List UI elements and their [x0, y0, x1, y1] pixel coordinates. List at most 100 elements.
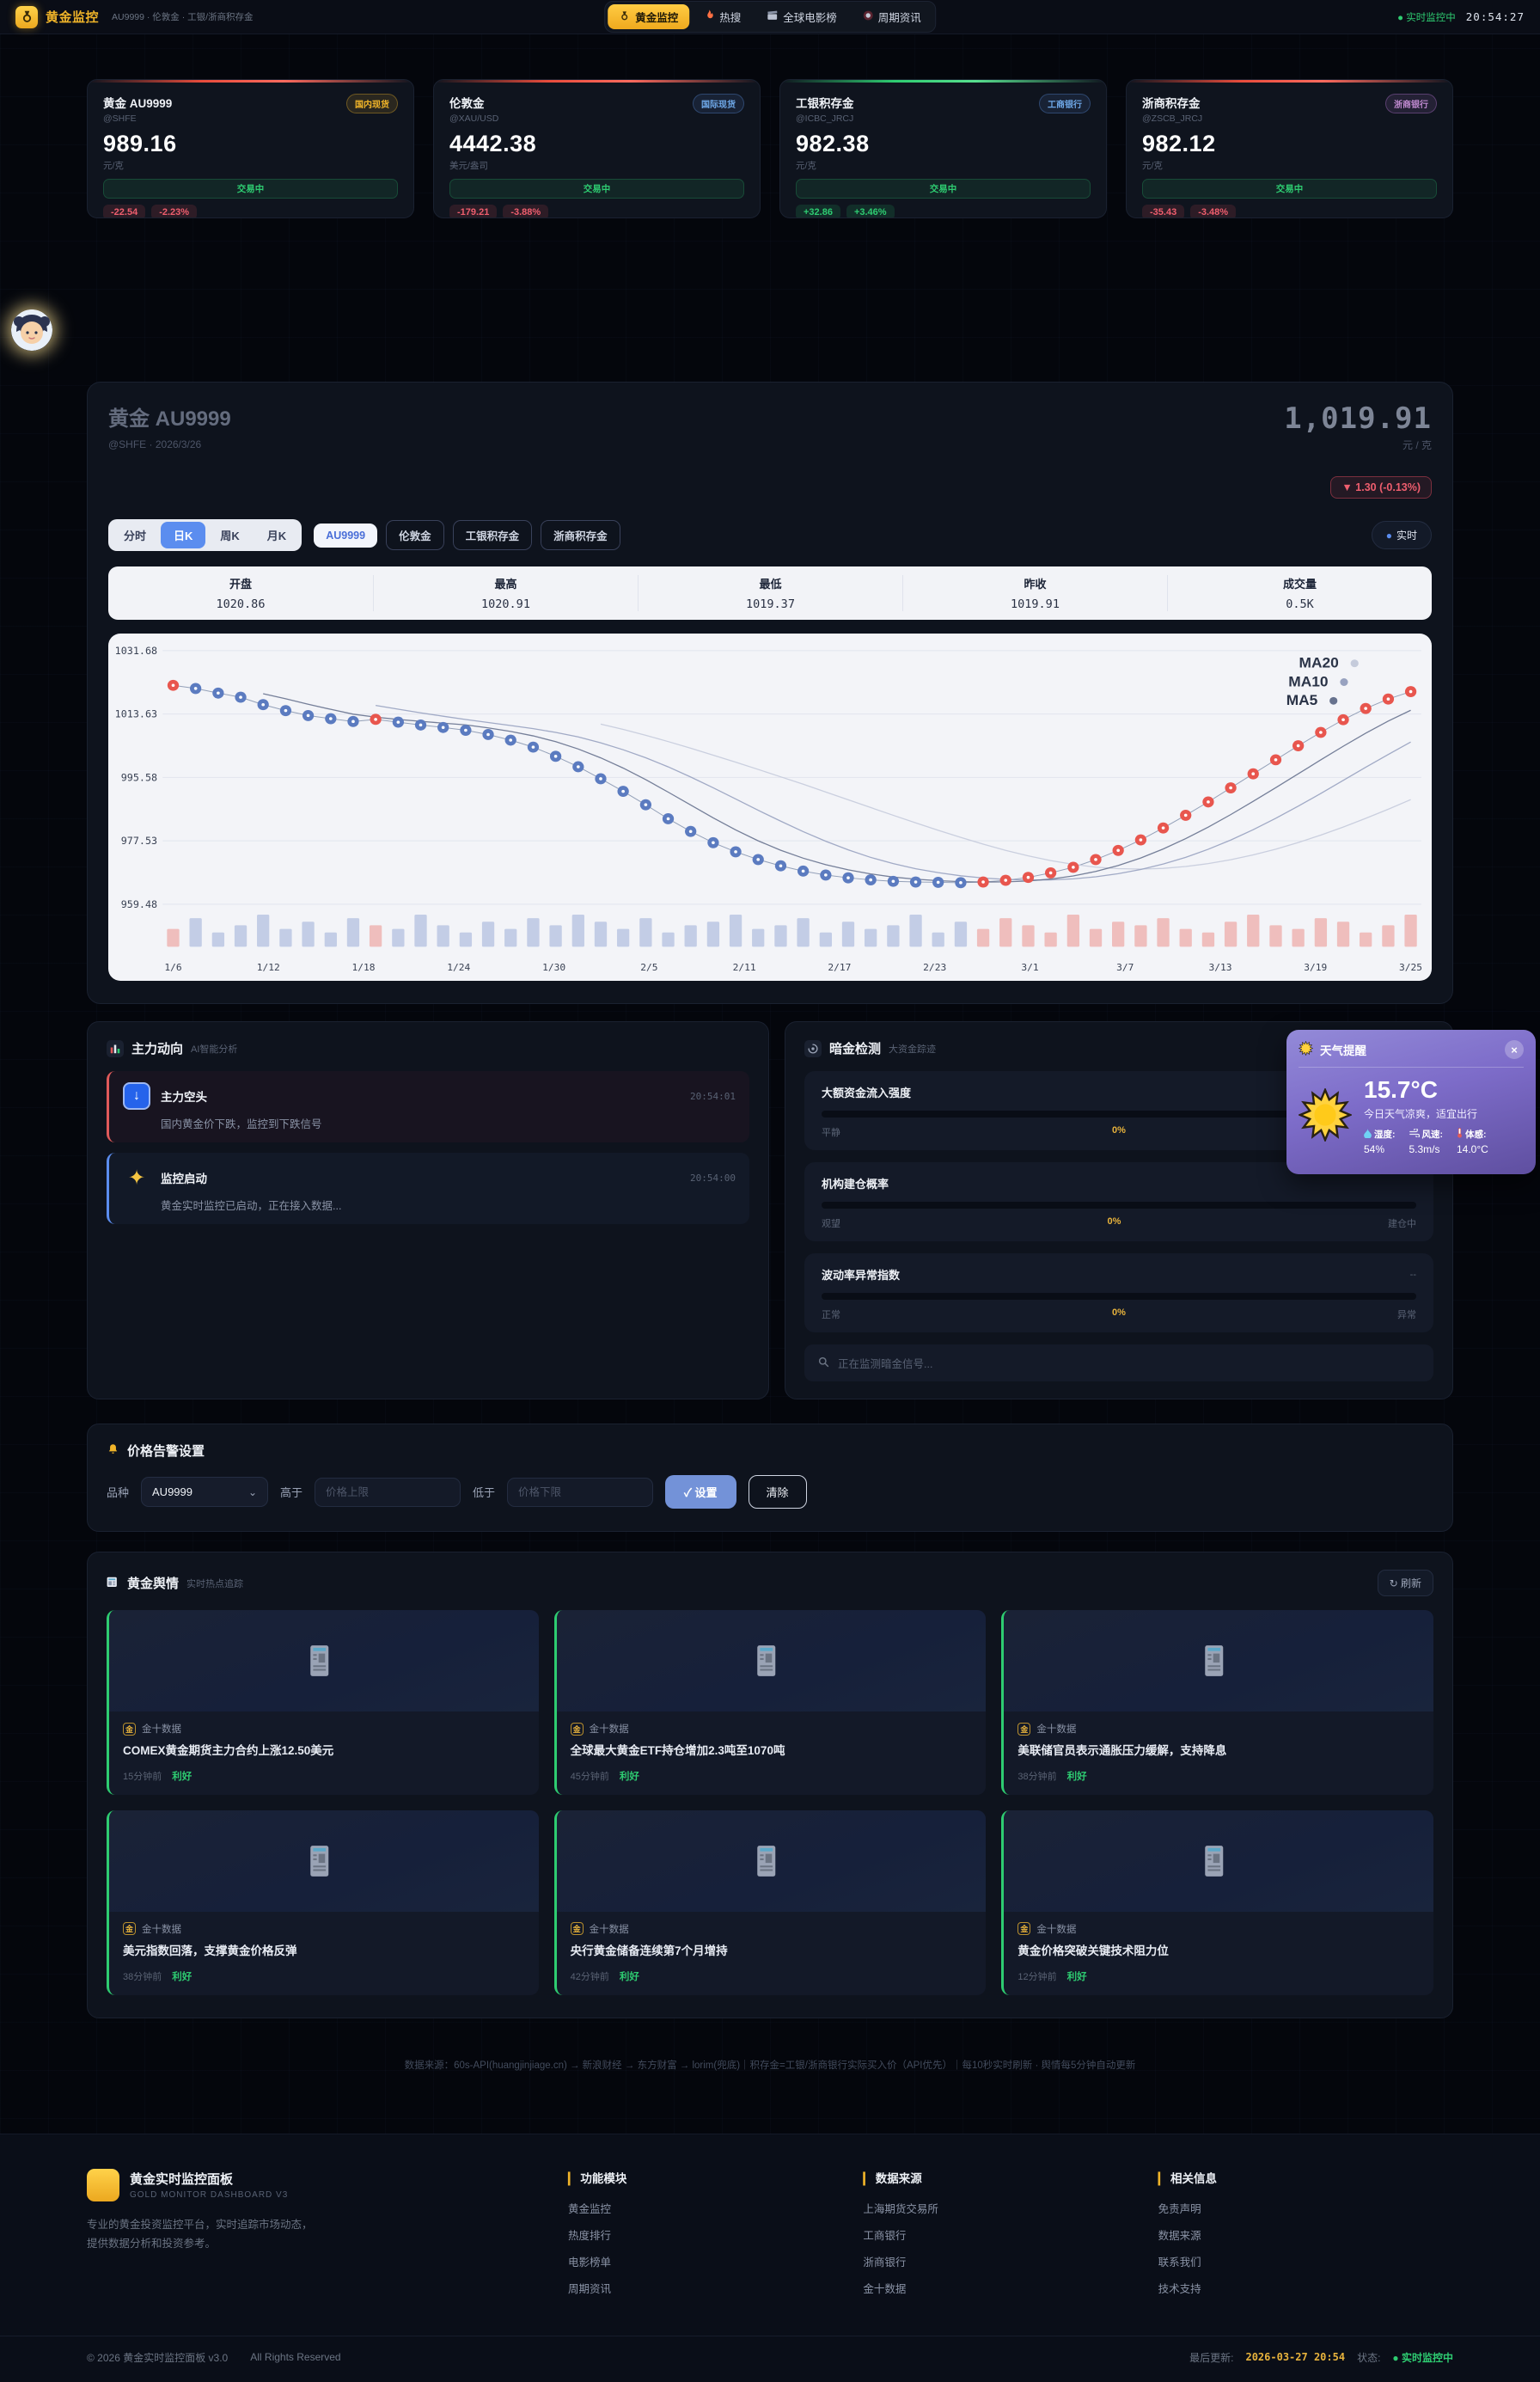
- live-chip[interactable]: ●实时: [1372, 521, 1432, 549]
- card-change-row: -22.54 -2.23%: [103, 205, 398, 218]
- scan-hint: 正在监测暗金信号...: [838, 1355, 932, 1371]
- app-title: 黄金监控: [46, 8, 99, 26]
- panel-title: 暗金检测: [829, 1039, 881, 1057]
- ohlc-label: 成交量: [1168, 575, 1432, 591]
- chart-tabs-row: 分时 日K 周K 月K AU9999 伦敦金 工银积存金 浙商积存金 ●实时: [108, 519, 1432, 551]
- assistant-avatar[interactable]: [11, 309, 52, 351]
- upper-limit-input[interactable]: [315, 1478, 461, 1507]
- swirl-icon: [804, 1040, 822, 1057]
- price-card-zscb-gold: 浙商积存金 @ZSCB_JRCJ 浙商银行 982.12 元/克 交易中 -35…: [1126, 79, 1453, 218]
- svg-text:3/19: 3/19: [1304, 962, 1327, 973]
- period-tab-group: 分时 日K 周K 月K: [108, 519, 302, 551]
- footer-link[interactable]: 免责声明: [1158, 2200, 1453, 2216]
- news-headline: 全球最大黄金ETF持仓增加2.3吨至1070吨: [571, 1743, 973, 1760]
- metric-value: 0%: [1112, 1307, 1126, 1321]
- trading-status-pill: 交易中: [103, 179, 398, 199]
- svg-text:2/23: 2/23: [923, 962, 946, 973]
- news-headline: 黄金价格突破关键技术阻力位: [1018, 1944, 1420, 1960]
- tab-minute[interactable]: 分时: [111, 522, 159, 548]
- news-card[interactable]: 金金十数据 全球最大黄金ETF持仓增加2.3吨至1070吨 45分钟前利好: [554, 1610, 987, 1795]
- main-force-panel: 主力动向 AI智能分析 ↓ 主力空头 20:54:01 国内黄金价下跌，监控到下…: [87, 1021, 769, 1399]
- close-icon[interactable]: ×: [1505, 1040, 1524, 1059]
- footer-brand: 黄金实时监控面板: [130, 2170, 288, 2188]
- svg-text:MA10: MA10: [1288, 674, 1328, 690]
- card-code: @ICBC_JRCJ: [796, 113, 854, 124]
- bottom-bar: © 2026 黄金实时监控面板 v3.0 All Rights Reserved…: [0, 2336, 1540, 2382]
- card-name: 伦敦金: [449, 94, 498, 111]
- tab-daily-k[interactable]: 日K: [161, 522, 205, 548]
- scale-right: 建仓中: [1388, 1216, 1416, 1230]
- card-badge: 国际现货: [693, 94, 744, 113]
- clock: 20:54:27: [1466, 10, 1525, 23]
- nav-item-movie-board[interactable]: 全球电影榜: [755, 4, 848, 29]
- footer-link[interactable]: 黄金监控: [568, 2200, 863, 2216]
- gold-coin-icon: 金: [1018, 1723, 1030, 1736]
- variety-select[interactable]: AU9999 ⌄: [141, 1477, 268, 1507]
- nav-item-cycle-news[interactable]: 周期资讯: [852, 4, 932, 29]
- symbol-tab-zscb[interactable]: 浙商积存金: [541, 520, 620, 550]
- tab-monthly-k[interactable]: 月K: [254, 522, 299, 548]
- card-badge: 国内现货: [346, 94, 398, 113]
- bar-chart-icon: [107, 1040, 124, 1057]
- news-card[interactable]: 金金十数据 美元指数回落，支撑黄金价格反弹 38分钟前利好: [107, 1810, 539, 1995]
- news-card[interactable]: 金金十数据 央行黄金储备连续第7个月增持 42分钟前利好: [554, 1810, 987, 1995]
- scale-left: 平静: [822, 1125, 840, 1139]
- news-time: 45分钟前: [571, 1769, 609, 1783]
- news-source: 金十数据: [1036, 1922, 1076, 1936]
- footer-link[interactable]: 上海期货交易所: [863, 2200, 1158, 2216]
- card-code: @ZSCB_JRCJ: [1142, 113, 1202, 124]
- news-card[interactable]: 金金十数据 黄金价格突破关键技术阻力位 12分钟前利好: [1001, 1810, 1433, 1995]
- refresh-button[interactable]: ↻ 刷新: [1378, 1570, 1433, 1596]
- tab-weekly-k[interactable]: 周K: [207, 522, 252, 548]
- ohlc-label: 开盘: [108, 575, 373, 591]
- footer-link[interactable]: 浙商银行: [863, 2253, 1158, 2269]
- alert-form: 品种 AU9999 ⌄ 高于 低于 ✓ 设置 清除: [107, 1475, 1433, 1514]
- svg-text:MA5: MA5: [1286, 692, 1318, 708]
- ai-signal-item: ✦ 监控启动 20:54:00 黄金实时监控已启动，正在接入数据...: [107, 1153, 749, 1224]
- card-name: 工银积存金: [796, 94, 854, 111]
- clapperboard-icon: [767, 10, 778, 23]
- nav-item-hot-search[interactable]: 热搜: [693, 4, 752, 29]
- news-headline: 美元指数回落，支撑黄金价格反弹: [123, 1944, 525, 1960]
- news-headline: 央行黄金储备连续第7个月增持: [571, 1944, 973, 1960]
- symbol-tab-au9999[interactable]: AU9999: [314, 524, 377, 548]
- symbol-tab-icbc[interactable]: 工银积存金: [453, 520, 533, 550]
- sentiment-tag: 利好: [1067, 1769, 1087, 1783]
- news-source: 金十数据: [590, 1722, 629, 1736]
- ohlc-value: 1019.37: [639, 597, 902, 611]
- nav-status-area: ● 实时监控中 20:54:27: [1397, 10, 1525, 24]
- below-label: 低于: [473, 1484, 495, 1500]
- clear-alert-button[interactable]: 清除: [749, 1475, 807, 1509]
- footer-link[interactable]: 联系我们: [1158, 2253, 1453, 2269]
- nav-item-gold-monitor[interactable]: 黄金监控: [608, 4, 689, 29]
- price-card-london-gold: 伦敦金 @XAU/USD 国际现货 4442.38 美元/盎司 交易中 -179…: [433, 79, 761, 218]
- water-drop-icon: [1364, 1129, 1372, 1141]
- news-time: 42分钟前: [571, 1969, 609, 1983]
- set-alert-button[interactable]: ✓ 设置: [665, 1475, 736, 1509]
- sentiment-tag: 利好: [172, 1969, 192, 1983]
- footer-link[interactable]: 电影榜单: [568, 2253, 863, 2269]
- svg-text:1/24: 1/24: [447, 962, 470, 973]
- price-card-icbc-gold: 工银积存金 @ICBC_JRCJ 工商银行 982.38 元/克 交易中 +32…: [779, 79, 1107, 218]
- card-change-row: -179.21 -3.88%: [449, 205, 744, 218]
- ai-signal-item: ↓ 主力空头 20:54:01 国内黄金价下跌，监控到下跌信号: [107, 1071, 749, 1142]
- lower-limit-input[interactable]: [507, 1478, 653, 1507]
- panel-title: 黄金舆情: [127, 1574, 179, 1592]
- footer-link[interactable]: 技术支持: [1158, 2280, 1453, 2296]
- news-headline: 美联储官员表示通胀压力缓解，支持降息: [1018, 1743, 1420, 1760]
- sun-small-icon: [1299, 1041, 1313, 1058]
- scale-left: 正常: [822, 1307, 840, 1321]
- panel-title: 价格告警设置: [127, 1442, 205, 1460]
- footer-link[interactable]: 金十数据: [863, 2280, 1158, 2296]
- symbol-tab-london[interactable]: 伦敦金: [386, 520, 444, 550]
- metric-volatility-anomaly: 波动率异常指数 -- 正常 0% 异常: [804, 1253, 1433, 1332]
- card-change-row: -35.43 -3.48%: [1142, 205, 1437, 218]
- monitoring-status: ● 实时监控中: [1397, 10, 1456, 24]
- panel-tag: 大资金踪迹: [889, 1042, 936, 1056]
- news-card[interactable]: 金金十数据 美联储官员表示通胀压力缓解，支持降息 38分钟前利好: [1001, 1610, 1433, 1795]
- footer-link[interactable]: 周期资讯: [568, 2280, 863, 2296]
- svg-text:959.48: 959.48: [121, 898, 157, 910]
- svg-text:995.58: 995.58: [121, 772, 157, 784]
- news-card[interactable]: 金金十数据 COMEX黄金期货主力合约上涨12.50美元 15分钟前利好: [107, 1610, 539, 1795]
- ohlc-value: 1019.91: [903, 597, 1167, 611]
